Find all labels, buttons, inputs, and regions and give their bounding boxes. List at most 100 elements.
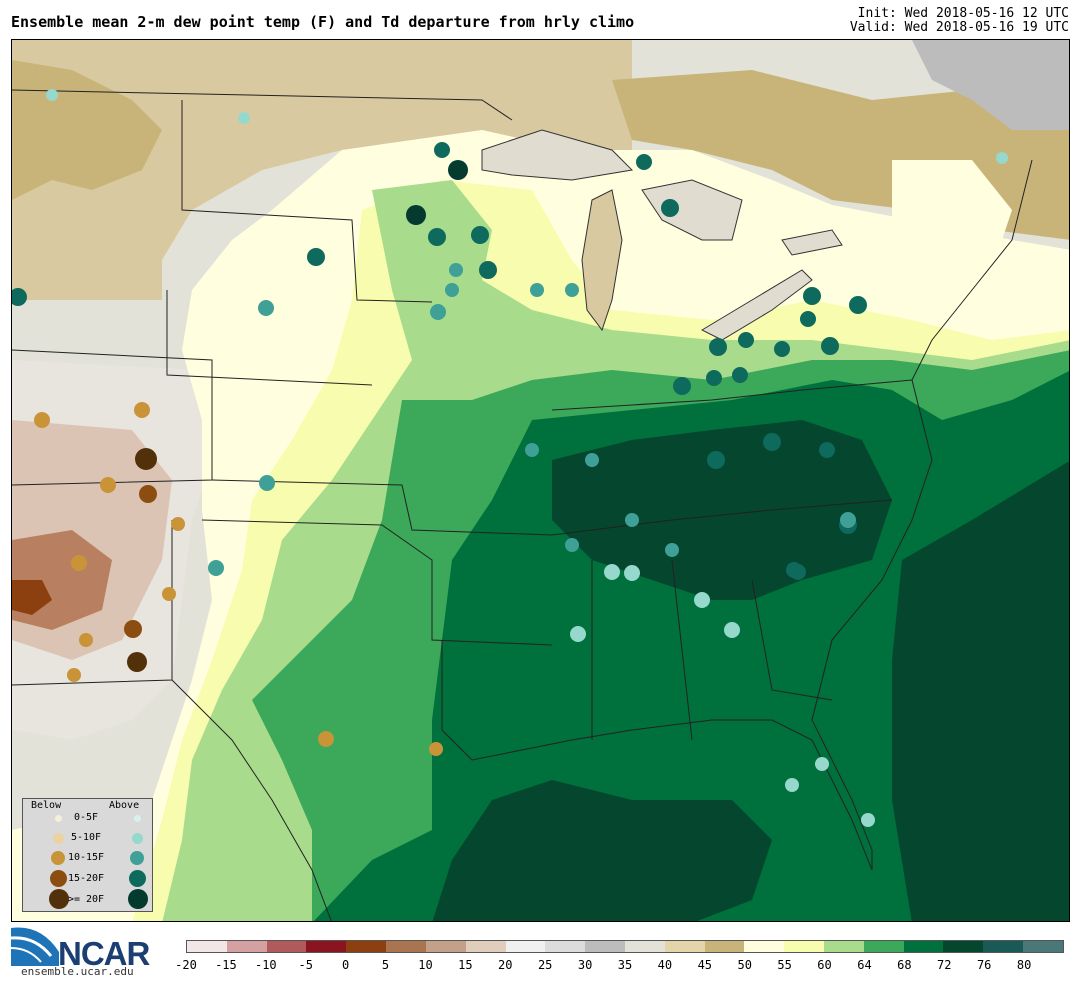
station-dot <box>171 517 185 531</box>
station-dot <box>479 261 497 279</box>
station-dot <box>208 560 224 576</box>
station-dot <box>127 652 147 672</box>
station-dot <box>624 565 640 581</box>
station-dot <box>790 564 806 580</box>
station-dot <box>819 442 835 458</box>
station-dot <box>849 296 867 314</box>
colorbar-tick-label: 30 <box>577 958 593 972</box>
map-canvas <box>12 40 1069 921</box>
colorbar-tick-label: 15 <box>458 958 473 972</box>
station-dot <box>434 142 450 158</box>
colorbar-tick-label: 25 <box>537 958 553 972</box>
legend-row-label: >= 20F <box>67 894 105 905</box>
colorbar-tick-label: 76 <box>976 958 992 972</box>
station-dot <box>785 778 799 792</box>
colorbar-segment <box>585 941 625 952</box>
station-dot <box>661 199 679 217</box>
colorbar-segment <box>425 941 466 952</box>
colorbar-segment <box>784 941 824 952</box>
colorbar-tick-label: -20 <box>175 958 197 972</box>
colorbar-segment <box>465 941 506 952</box>
colorbar-segment <box>226 941 267 952</box>
station-dot <box>124 620 142 638</box>
station-dot <box>79 633 93 647</box>
colorbar-segment <box>624 941 665 952</box>
colorbar-segment <box>306 941 347 952</box>
legend-row: 5-10F <box>23 830 152 850</box>
run-info: Init: Wed 2018-05-16 12 UTC Valid: Wed 2… <box>850 7 1069 35</box>
colorbar-tick-label: 5 <box>381 958 390 972</box>
legend-row: 15-20F <box>23 869 152 889</box>
colorbar-segment <box>505 941 546 952</box>
legend-row: 10-15F <box>23 849 152 869</box>
station-dot <box>258 300 274 316</box>
legend-above-label: Above <box>109 800 140 811</box>
legend-below-label: Below <box>31 800 62 811</box>
station-dot <box>134 402 150 418</box>
above-dot-4 <box>129 870 146 887</box>
station-dot <box>694 592 710 608</box>
dewpoint-map: Below Above 0-5F 5-10F 10-15F 15-20F >= … <box>11 39 1070 922</box>
station-dot <box>449 263 463 277</box>
station-dot <box>996 152 1008 164</box>
station-dot <box>565 283 579 297</box>
departure-legend: Below Above 0-5F 5-10F 10-15F 15-20F >= … <box>22 798 153 912</box>
station-dot <box>530 283 544 297</box>
colorbar <box>186 940 1064 953</box>
colorbar-tick-label: 20 <box>498 958 513 972</box>
station-dot <box>162 587 176 601</box>
station-dot <box>840 512 856 528</box>
above-dot-3 <box>130 851 144 865</box>
colorbar-tick-label: -10 <box>254 958 277 972</box>
colorbar-tick-label: 35 <box>617 958 633 972</box>
legend-row: 0-5F <box>23 811 152 831</box>
map-title: Ensemble mean 2-m dew point temp (F) and… <box>11 13 635 31</box>
station-dot <box>406 205 426 225</box>
colorbar-segment <box>266 941 307 952</box>
valid-time: Valid: Wed 2018-05-16 19 UTC <box>849 20 1069 35</box>
station-dot <box>318 731 334 747</box>
colorbar-segment <box>863 941 904 952</box>
station-dot <box>821 337 839 355</box>
station-dot <box>673 377 691 395</box>
station-dot <box>709 338 727 356</box>
legend-row: >= 20F <box>23 889 152 909</box>
colorbar-segment <box>704 941 745 952</box>
station-dot <box>238 112 250 124</box>
above-dot-2 <box>132 833 143 844</box>
logo-swoosh <box>11 927 59 966</box>
colorbar-segment <box>346 941 387 952</box>
colorbar-segment <box>1023 941 1063 952</box>
colorbar-tick-label: 60 <box>817 958 832 972</box>
station-dot <box>724 622 740 638</box>
station-dot <box>307 248 325 266</box>
station-dot <box>471 226 489 244</box>
station-dot <box>139 485 157 503</box>
colorbar-tick-label: 68 <box>897 958 912 972</box>
colorbar-tick-label: -15 <box>215 958 237 972</box>
station-dot <box>565 538 579 552</box>
above-dot-1 <box>134 815 141 822</box>
legend-row-label: 15-20F <box>67 873 105 884</box>
site-url: ensemble.ucar.edu <box>21 965 134 978</box>
station-dot <box>34 412 50 428</box>
station-dot <box>430 304 446 320</box>
station-dot <box>67 668 81 682</box>
colorbar-segment <box>943 941 984 952</box>
station-dot <box>706 370 722 386</box>
colorbar-segment <box>983 941 1024 952</box>
colorbar-segment <box>824 941 864 952</box>
station-dot <box>800 311 816 327</box>
init-time: Init: Wed 2018-05-16 12 UTC <box>857 6 1069 21</box>
station-dot <box>763 433 781 451</box>
legend-row-label: 10-15F <box>67 852 105 863</box>
station-dot <box>46 89 58 101</box>
colorbar-tick-label: 64 <box>857 958 872 972</box>
colorbar-segment <box>744 941 785 952</box>
station-dot <box>428 228 446 246</box>
colorbar-tick-label: 10 <box>418 958 433 972</box>
colorbar-tick-label: -5 <box>298 958 313 972</box>
station-dot <box>636 154 652 170</box>
colorbar-tick-label: 0 <box>342 958 350 972</box>
colorbar-segment <box>386 941 426 952</box>
